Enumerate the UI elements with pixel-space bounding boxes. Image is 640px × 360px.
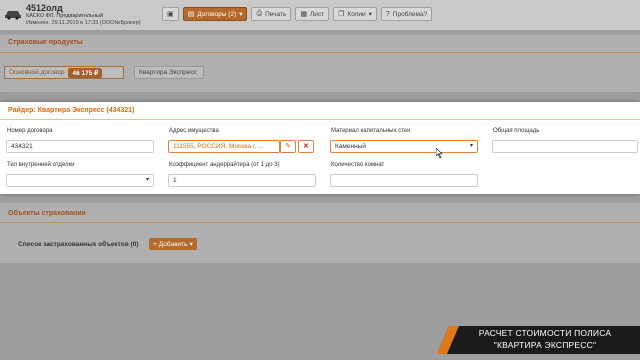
coef-label: Коэффициент андеррайтера (от 1 до 3) [169,162,280,168]
price-badge: 46 175 ₽ [68,67,103,78]
sheet-button[interactable]: ▦ Лист [295,7,330,21]
divider [0,52,640,53]
chevron-down-icon: ▾ [239,11,243,18]
caret-down-icon: ▾ [145,177,149,183]
wall-material-value: Каменный [335,143,366,150]
print-icon: ⎙ [256,10,263,17]
chevron-down-icon: ▾ [368,11,372,18]
finish-select[interactable]: ▾ [6,174,154,187]
question-icon: ? [385,10,390,18]
print-button[interactable]: ⎙ Печать [251,7,292,21]
express-label: Квартира Экспресс [139,69,197,76]
banner-line-2: "КВАРТИРА ЭКСПРЕСС" [493,340,597,350]
problem-button[interactable]: ? Проблема? [380,7,433,21]
coef-value: 1 [173,177,177,184]
modal-title: Райдер: Квартира Экспресс (434321) [0,102,640,120]
mouse-cursor-icon [436,148,443,158]
document-icon: ▤ [187,11,195,18]
contract-number-field[interactable]: 434321 [6,140,154,153]
toolbar: ▣ ▤ Договоры (2) ▾ ⎙ Печать ▦ Лист ❐ Копии ▾ ?… [162,7,433,21]
main-contract-tab[interactable]: Основной договор 46 175 ₽ [4,66,124,79]
banner-line-1: РАСЧЕТ СТОИМОСТИ ПОЛИСА [478,328,612,338]
caret-down-icon: ▾ [469,143,473,149]
close-icon: ✕ [303,143,309,150]
rooms-field[interactable] [330,174,478,187]
print-label: Печать [265,10,287,18]
car-icon [5,11,21,20]
plus-icon: + [153,240,157,248]
objects-title: Объекты страхования [8,210,86,217]
edit-address-button[interactable]: ✎ [280,140,296,153]
copy-label: Копии [347,10,366,18]
area-field[interactable] [492,140,638,153]
sheet-icon: ▦ [300,11,308,18]
copy-icon: ❐ [338,11,345,18]
address-field[interactable]: 111555, РОССИЯ, Москва г, ... [168,140,280,153]
save-button[interactable]: ▣ [162,7,179,21]
contracts-label: Договоры (2) [197,10,237,18]
policy-number: 4512олд [26,3,63,13]
contracts-button[interactable]: ▤ Договоры (2) ▾ [182,7,248,21]
policy-changed: Изменен: 29.11.2019 в 17:33 (ООО№Брокер) [26,20,141,26]
chevron-down-icon: ▾ [189,241,193,248]
contract-number-value: 434321 [11,143,33,150]
insured-list-label: Список застрахованных объектов (0) [18,241,139,248]
products-title: Страховые продукты [8,39,83,46]
sheet-label: Лист [310,10,325,18]
wall-material-label: Материал капитальных стен [331,128,411,134]
area-label: Общая площадь [493,128,540,134]
divider [0,222,640,223]
floppy-icon: ▣ [167,11,174,18]
rooms-label: Количество комнат [331,162,385,168]
objects-section [0,203,640,263]
address-label: Адрес имущества [169,128,219,134]
policy-type: КАСКО ФЛ. Предварительный [26,13,104,19]
add-label: Добавить [158,240,188,248]
contract-number-label: Номер договора [7,128,53,134]
copy-button[interactable]: ❐ Копии ▾ [333,7,377,21]
clear-address-button[interactable]: ✕ [298,140,314,153]
edit-icon: ✎ [285,143,291,150]
coef-field[interactable]: 1 [168,174,316,187]
problem-label: Проблема? [392,10,428,18]
finish-label: Тип внутренней отделки [7,162,75,168]
main-contract-label: Основной договор [9,69,65,76]
wall-material-select[interactable]: Каменный ▾ [330,140,478,153]
express-tab[interactable]: Квартира Экспресс [134,66,204,79]
add-object-button[interactable]: + Добавить ▾ [149,238,197,250]
address-value: 111555, РОССИЯ, Москва г, ... [173,143,264,150]
